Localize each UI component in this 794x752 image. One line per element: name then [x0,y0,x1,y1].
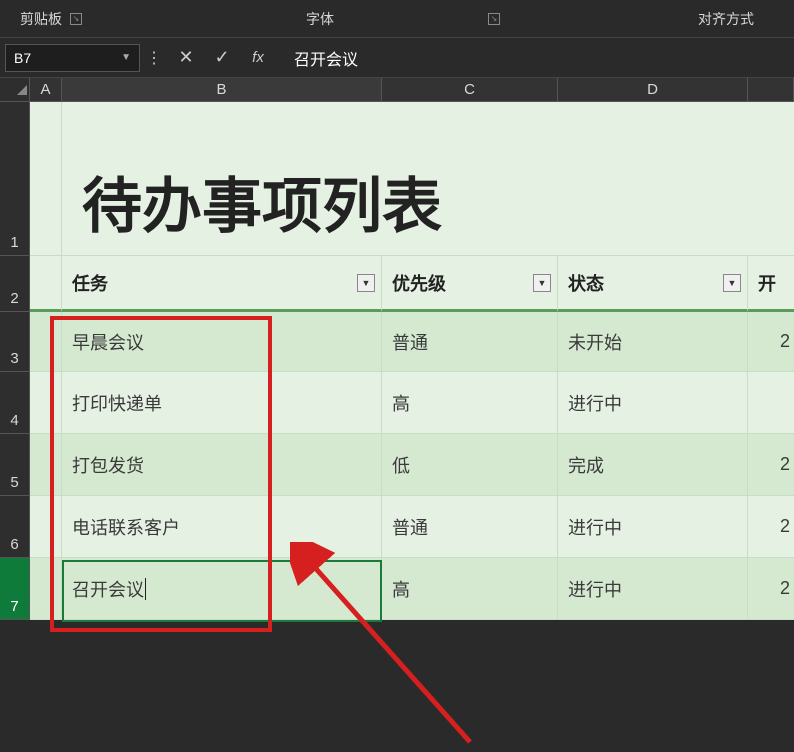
filter-status-icon[interactable]: ▼ [723,274,741,292]
confirm-button[interactable]: ✓ [204,47,240,68]
grid-body: 1 2 3 4 5 6 7 待办事项列表 任务 ▼ 优先级 ▼ 状态 ▼ [0,102,794,620]
font-dialog-launcher-icon[interactable]: ↘ [488,13,500,25]
formula-bar-row: B7 ▼ ⋮ ✕ ✓ fx 召开会议 [0,38,794,78]
alignment-label: 对齐方式 [698,9,754,29]
filter-task-icon[interactable]: ▼ [357,274,375,292]
cell-task-1[interactable]: 早晨会议 [62,312,382,372]
cell-A1[interactable] [30,102,62,256]
cell-priority-3[interactable]: 低 [382,434,558,496]
col-header-D[interactable]: D [558,78,748,101]
row-header-7[interactable]: 7 [0,558,30,620]
fx-icon[interactable]: fx [240,49,276,66]
col-header-B[interactable]: B [62,78,382,101]
header-task[interactable]: 任务 ▼ [62,256,382,312]
header-status[interactable]: 状态 ▼ [558,256,748,312]
header-priority-label: 优先级 [392,270,446,296]
clipboard-dialog-launcher-icon[interactable]: ↘ [70,13,82,25]
row-header-6[interactable]: 6 [0,496,30,558]
clipboard-label: 剪贴板 [20,9,62,29]
filter-priority-icon[interactable]: ▼ [533,274,551,292]
cell-priority-5[interactable]: 高 [382,558,558,620]
font-label: 字体 [306,9,334,29]
cell-status-2[interactable]: 进行中 [558,372,748,434]
cell-status-5[interactable]: 进行中 [558,558,748,620]
formula-bar[interactable]: 召开会议 [276,46,794,70]
row-header-5[interactable]: 5 [0,434,30,496]
cell-status-3[interactable]: 完成 [558,434,748,496]
cell-A4[interactable] [30,372,62,434]
formula-bar-value: 召开会议 [294,52,358,69]
select-all-corner[interactable] [0,78,30,101]
row-header-3[interactable]: 3 [0,312,30,372]
cell-date-4[interactable]: 2 [748,496,794,558]
cell-date-5[interactable]: 2 [748,558,794,620]
header-start[interactable]: 开 [748,256,794,312]
cell-task-3[interactable]: 打包发货 [62,434,382,496]
header-status-label: 状态 [568,270,604,296]
col-header-C[interactable]: C [382,78,558,101]
cell-A3[interactable] [30,312,62,372]
cell-A5[interactable] [30,434,62,496]
cell-A2[interactable] [30,256,62,312]
row-header-2[interactable]: 2 [0,256,30,312]
cell-task-5-text: 召开会议 [72,576,144,602]
cells-area[interactable]: 待办事项列表 任务 ▼ 优先级 ▼ 状态 ▼ 开 早晨会议 普通 [30,102,794,620]
name-box-dropdown-icon[interactable]: ▼ [121,52,131,63]
ribbon-group-clipboard: 剪贴板 ↘ [0,9,130,29]
text-cursor [145,578,146,600]
cell-status-1[interactable]: 未开始 [558,312,748,372]
namebox-separator: ⋮ [140,48,168,68]
cell-status-4[interactable]: 进行中 [558,496,748,558]
name-box[interactable]: B7 ▼ [5,44,140,72]
title-cell[interactable]: 待办事项列表 [62,102,794,256]
cell-date-2[interactable] [748,372,794,434]
ribbon-group-alignment: 对齐方式 [510,9,794,29]
ribbon-group-font: 字体 ↘ [130,9,510,29]
ribbon-groups: 剪贴板 ↘ 字体 ↘ 对齐方式 [0,0,794,38]
col-header-A[interactable]: A [30,78,62,101]
header-task-label: 任务 [72,270,108,296]
header-start-label: 开 [758,270,776,296]
cell-date-3[interactable]: 2 [748,434,794,496]
cell-priority-2[interactable]: 高 [382,372,558,434]
row-headers: 1 2 3 4 5 6 7 [0,102,30,620]
cell-A7[interactable] [30,558,62,620]
cell-priority-1[interactable]: 普通 [382,312,558,372]
cell-task-2[interactable]: 打印快递单 [62,372,382,434]
cell-date-1[interactable]: 2 [748,312,794,372]
name-box-value: B7 [14,50,31,66]
col-header-E[interactable] [748,78,794,101]
cell-A6[interactable] [30,496,62,558]
header-priority[interactable]: 优先级 ▼ [382,256,558,312]
cell-task-4[interactable]: 电话联系客户 [62,496,382,558]
cell-task-5[interactable]: 召开会议 [62,558,382,620]
cell-priority-4[interactable]: 普通 [382,496,558,558]
cancel-button[interactable]: ✕ [168,47,204,68]
row-header-1[interactable]: 1 [0,102,30,256]
column-headers: A B C D [0,78,794,102]
row-header-4[interactable]: 4 [0,372,30,434]
